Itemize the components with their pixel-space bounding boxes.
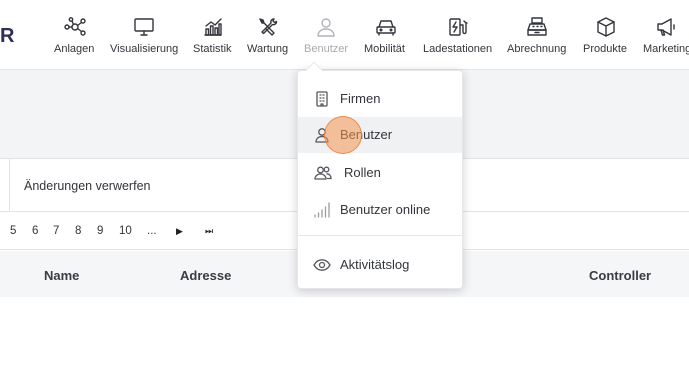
last-page-icon[interactable]: ⏭: [205, 226, 213, 237]
nav-label: Visualisierung: [110, 43, 179, 55]
column-header-adresse[interactable]: Adresse: [180, 268, 231, 283]
nav-label: Ladestationen: [423, 43, 493, 55]
page-link[interactable]: 8: [75, 225, 81, 237]
eye-icon: [313, 259, 331, 271]
signal-bars-icon: [314, 202, 330, 218]
discard-changes-button[interactable]: Änderungen verwerfen: [24, 179, 150, 193]
building-icon: [316, 91, 328, 107]
nav-ladestationen[interactable]: Ladestationen: [421, 0, 495, 70]
menu-item-label: Firmen: [340, 91, 381, 106]
nav-visualisierung[interactable]: Visualisierung: [108, 0, 180, 70]
page-link[interactable]: 6: [32, 225, 38, 237]
menu-item-benutzer-online[interactable]: Benutzer online: [298, 192, 462, 228]
nav-label: Abrechnung: [507, 43, 567, 55]
nav-label: Mobilität: [364, 43, 405, 55]
box-icon: [597, 17, 615, 37]
nav-produkte[interactable]: Produkte: [581, 0, 631, 70]
nav-label: Statistik: [193, 43, 232, 55]
network-nodes-icon: [64, 17, 86, 36]
nav-label: Marketing: [643, 43, 689, 55]
tools-icon: [259, 18, 278, 36]
megaphone-icon: [657, 18, 675, 36]
monitor-icon: [134, 18, 154, 36]
nav-label: Wartung: [247, 43, 289, 55]
user-icon: [317, 18, 335, 37]
bar-chart-icon: [204, 18, 222, 36]
nav-statistik[interactable]: Statistik: [192, 0, 234, 70]
page-ellipsis: ...: [147, 225, 157, 237]
menu-divider: [298, 235, 462, 236]
car-icon: [376, 20, 396, 36]
nav-abrechnung[interactable]: Abrechnung: [505, 0, 569, 70]
column-header-name[interactable]: Name: [44, 268, 79, 283]
nav-anlagen[interactable]: Anlagen: [52, 0, 98, 70]
next-page-icon[interactable]: ▶: [176, 226, 183, 237]
column-header-controller[interactable]: Controller: [589, 268, 651, 283]
nav-label: Produkte: [583, 43, 628, 55]
nav-benutzer[interactable]: Benutzer: [302, 0, 350, 70]
menu-item-rollen[interactable]: Rollen: [298, 155, 462, 191]
page-link[interactable]: 7: [53, 225, 59, 237]
nav-mobilitaet[interactable]: Mobilität: [362, 0, 410, 70]
cash-register-icon: [527, 17, 547, 36]
nav-wartung[interactable]: Wartung: [245, 0, 291, 70]
page-link[interactable]: 10: [119, 225, 132, 237]
users-icon: [314, 166, 332, 180]
nav-label: Anlagen: [54, 43, 95, 55]
nav-marketing[interactable]: Marketing: [641, 0, 689, 70]
menu-item-firmen[interactable]: Firmen: [298, 81, 462, 117]
menu-item-label: Benutzer online: [340, 202, 431, 217]
page-link[interactable]: 9: [97, 225, 103, 237]
menu-item-label: Aktivitätslog: [340, 257, 410, 272]
toolbar-divider: [9, 159, 10, 212]
menu-item-benutzer[interactable]: Benutzer: [298, 117, 462, 153]
menu-item-aktivitaetslog[interactable]: Aktivitätslog: [298, 247, 462, 283]
brand-logo[interactable]: R: [0, 25, 14, 48]
menu-item-label: Rollen: [344, 165, 381, 180]
charging-station-icon: [449, 18, 468, 36]
nav-label: Benutzer: [304, 43, 349, 55]
page-link[interactable]: 5: [10, 225, 16, 237]
click-indicator: [324, 116, 362, 154]
benutzer-dropdown-menu: Firmen Benutzer Rollen Benutzer online A…: [297, 61, 463, 289]
top-navigation: R Anlagen Visualisierung Statistik Wartu…: [0, 0, 689, 70]
